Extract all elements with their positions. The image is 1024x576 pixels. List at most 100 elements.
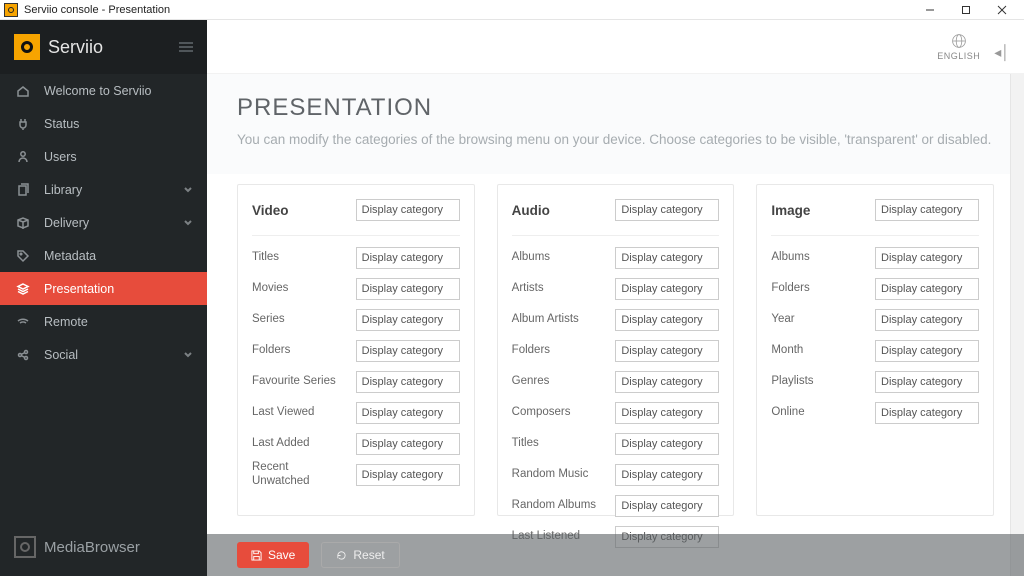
category-select[interactable]: Display category [615, 247, 719, 269]
page-title: PRESENTATION [237, 94, 994, 122]
category-row: Online Display category [771, 397, 979, 428]
category-select[interactable]: Display category [356, 340, 460, 362]
sidebar-item-users[interactable]: Users [0, 140, 207, 173]
sidebar-item-status[interactable]: Status [0, 107, 207, 140]
window-title: Serviio console - Presentation [24, 4, 912, 16]
panel-header-select[interactable]: Display category [875, 199, 979, 221]
category-label: Random Albums [512, 499, 596, 513]
panel-title: Video [252, 203, 289, 218]
panel-header-select[interactable]: Display category [615, 199, 719, 221]
category-label: Month [771, 344, 803, 358]
category-select[interactable]: Display category [875, 371, 979, 393]
category-select[interactable]: Display category [356, 371, 460, 393]
category-select[interactable]: Display category [875, 247, 979, 269]
category-select[interactable]: Display category [356, 278, 460, 300]
sidebar-item-welcome[interactable]: Welcome to Serviio [0, 74, 207, 107]
category-row: SeriesDisplay category [252, 304, 460, 335]
menu-toggle-icon[interactable] [179, 40, 193, 54]
tag-icon [14, 249, 32, 263]
home-icon [14, 84, 32, 98]
share-icon [14, 348, 32, 362]
nav-list: Welcome to Serviio Status UsersLibrary Deli… [0, 74, 207, 518]
category-select[interactable]: Display category [615, 309, 719, 331]
save-button[interactable]: Save [237, 542, 309, 568]
category-select[interactable]: Display category [615, 433, 719, 455]
sidebar: Serviio Welcome to Serviio Status UsersLib… [0, 20, 207, 576]
category-select[interactable]: Display category [615, 495, 719, 517]
chevron-down-icon [183, 348, 193, 362]
scrollbar-vertical[interactable] [1010, 74, 1024, 576]
category-select[interactable]: Display category [615, 371, 719, 393]
sidebar-item-metadata[interactable]: Metadata [0, 239, 207, 272]
category-label: Year [771, 313, 794, 327]
category-row: Recent UnwatchedDisplay category [252, 459, 460, 490]
topbar: ENGLISH ◂│ [207, 20, 1024, 74]
category-select[interactable]: Display category [615, 402, 719, 424]
language-selector[interactable]: ENGLISH [937, 33, 980, 61]
window-minimize-button[interactable] [912, 0, 948, 20]
media-browser-link[interactable]: MediaBrowser [0, 518, 207, 576]
category-label: Genres [512, 375, 550, 389]
category-label: Movies [252, 282, 288, 296]
category-label: Album Artists [512, 313, 579, 327]
category-row: Folders Display category [771, 273, 979, 304]
category-select[interactable]: Display category [875, 402, 979, 424]
category-select[interactable]: Display category [356, 464, 460, 486]
category-select[interactable]: Display category [875, 340, 979, 362]
category-select[interactable]: Display category [875, 278, 979, 300]
sidebar-item-label: Delivery [44, 216, 89, 230]
category-select[interactable]: Display category [875, 309, 979, 331]
category-row: FoldersDisplay category [252, 335, 460, 366]
sidebar-item-remote[interactable]: Remote [0, 305, 207, 338]
brand-name: Serviio [48, 37, 103, 58]
sidebar-item-label: Remote [44, 315, 88, 329]
files-icon [14, 183, 32, 197]
category-select[interactable]: Display category [356, 433, 460, 455]
panel-header-select[interactable]: Display category [356, 199, 460, 221]
category-row: Genres Display category [512, 366, 720, 397]
category-row: PlaylistsDisplay category [771, 366, 979, 397]
category-row: TitlesDisplay category [512, 428, 720, 459]
content-area: ENGLISH ◂│ PRESENTATION You can modify t… [207, 20, 1024, 576]
category-row: Album Artists Display category [512, 304, 720, 335]
category-select[interactable]: Display category [356, 402, 460, 424]
category-label: Random Music [512, 468, 589, 482]
category-label: Online [771, 406, 804, 420]
category-label: Albums [512, 251, 550, 265]
category-label: Titles [252, 251, 279, 265]
sidebar-item-label: Status [44, 117, 79, 131]
page-description: You can modify the categories of the bro… [237, 130, 994, 150]
category-select[interactable]: Display category [615, 464, 719, 486]
sidebar-item-social[interactable]: Social [0, 338, 207, 371]
reset-button[interactable]: Reset [321, 542, 399, 568]
window-maximize-button[interactable] [948, 0, 984, 20]
category-select[interactable]: Display category [356, 247, 460, 269]
panel-video: Video Display category Titles Display categ… [237, 184, 475, 516]
sidebar-item-label: Metadata [44, 249, 96, 263]
sidebar-item-library[interactable]: Library [0, 173, 207, 206]
category-label: Folders [771, 282, 809, 296]
sidebar-item-presentation[interactable]: Presentation [0, 272, 207, 305]
category-row: AlbumsDisplay category [771, 242, 979, 273]
panel-title: Audio [512, 203, 550, 218]
media-browser-label: MediaBrowser [44, 539, 140, 556]
window-close-button[interactable] [984, 0, 1020, 20]
panel-image: ImageDisplay categoryAlbumsDisplay categ… [756, 184, 994, 516]
category-select[interactable]: Display category [615, 278, 719, 300]
sidebar-item-label: Welcome to Serviio [44, 84, 151, 98]
reset-label: Reset [353, 548, 384, 562]
layers-icon [14, 282, 32, 296]
category-row: Random Music Display category [512, 459, 720, 490]
app-icon [4, 3, 18, 17]
chevron-down-icon [183, 216, 193, 230]
collapse-icon[interactable]: ◂│ [994, 44, 1010, 61]
category-select[interactable]: Display category [356, 309, 460, 331]
category-label: Favourite Series [252, 375, 336, 389]
category-select[interactable]: Display category [615, 340, 719, 362]
category-row: Movies Display category [252, 273, 460, 304]
sidebar-item-delivery[interactable]: Delivery [0, 206, 207, 239]
user-icon [14, 150, 32, 164]
panels-container: VideoDisplay categoryTitlesDisplay categ… [207, 174, 1024, 576]
reset-icon [336, 550, 347, 561]
wifi-icon [14, 315, 32, 329]
